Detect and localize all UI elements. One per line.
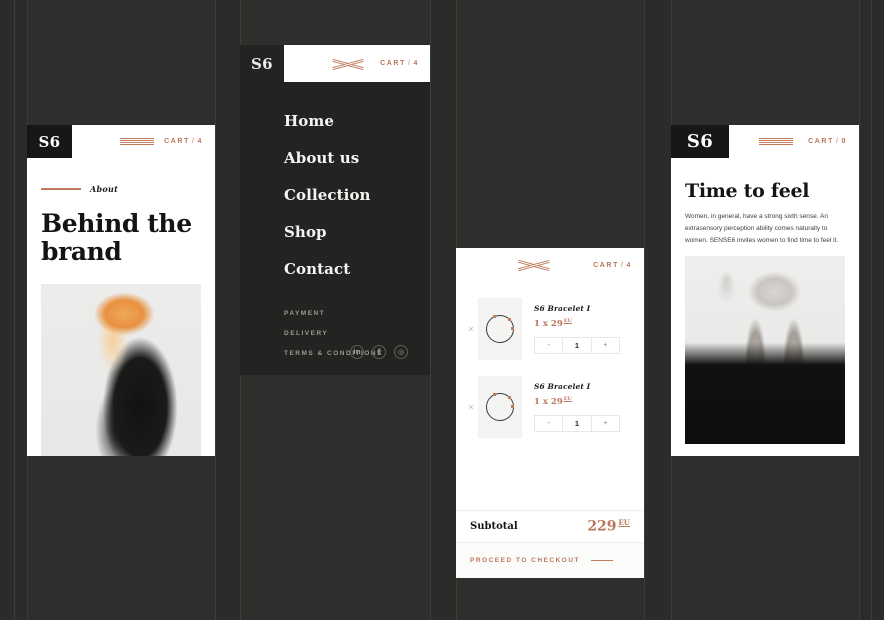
product-name[interactable]: S6 Bracelet I <box>534 382 634 391</box>
quantity-decrease-button[interactable]: - <box>534 415 564 433</box>
menu-topbar-right: CART/4 <box>284 45 430 82</box>
footer-link-delivery[interactable]: DELIVERY <box>284 330 383 337</box>
remove-item-button[interactable]: × <box>464 324 478 334</box>
cart-count: 0 <box>841 138 847 145</box>
bg-guide-line <box>14 0 15 620</box>
product-price: 1 x 29EU <box>534 396 634 407</box>
nav-item-about-us[interactable]: About us <box>284 149 430 167</box>
quantity-value: 1 <box>562 415 592 433</box>
cart-item-row: × S6 Bracelet I 1 x 29EU - 1 + <box>456 368 644 446</box>
cart-item-info: S6 Bracelet I 1 x 29EU - 1 + <box>522 304 634 355</box>
quantity-stepper: - 1 + <box>534 415 620 433</box>
cart-items-list: × S6 Bracelet I 1 x 29EU - 1 + × S6 Brac… <box>456 282 644 446</box>
social-links: in f ◎ <box>350 345 408 359</box>
remove-item-button[interactable]: × <box>464 402 478 412</box>
quantity-stepper: - 1 + <box>534 337 620 355</box>
cart-label-text: CART <box>593 261 619 269</box>
bg-guide-line <box>644 0 645 620</box>
page-title: Time to feel <box>685 180 810 202</box>
close-icon[interactable] <box>332 57 364 71</box>
hamburger-icon[interactable] <box>120 138 154 145</box>
close-icon[interactable] <box>518 258 550 272</box>
eyebrow-label: About <box>90 184 119 194</box>
facebook-icon[interactable]: f <box>372 345 386 359</box>
product-thumbnail[interactable] <box>478 298 522 360</box>
subtotal-label: Subtotal <box>470 521 518 532</box>
cart-count: 4 <box>413 60 419 67</box>
main-nav: Home About us Collection Shop Contact <box>240 82 430 278</box>
bg-guide-line <box>859 0 860 620</box>
cart-item-info: S6 Bracelet I 1 x 29EU - 1 + <box>522 382 634 433</box>
currency-label: EU <box>563 395 572 402</box>
currency-label: EU <box>563 317 572 324</box>
cart-label-text: CART <box>164 138 190 145</box>
home-hero-photo <box>685 256 845 444</box>
cart-item-row: × S6 Bracelet I 1 x 29EU - 1 + <box>456 290 644 368</box>
cart-separator: / <box>835 138 840 145</box>
logo-s6[interactable]: S6 <box>240 45 284 82</box>
quantity-increase-button[interactable]: + <box>590 415 620 433</box>
page-title: Behind the brand <box>41 209 192 266</box>
quantity-increase-button[interactable]: + <box>590 337 620 355</box>
screen-menu: S6 CART/4 Home About us Collection Shop … <box>240 45 430 375</box>
cart-separator: / <box>407 60 412 67</box>
screen-about: S6 CART/4 About Behind the brand <box>27 125 215 456</box>
instagram-icon[interactable]: ◎ <box>394 345 408 359</box>
cart-link[interactable]: CART/4 <box>593 262 632 269</box>
screen-home: S6 CART/0 Time to feel Women, in general… <box>671 125 859 456</box>
about-eyebrow: About <box>27 158 215 194</box>
about-topbar: S6 CART/4 <box>27 125 215 158</box>
nav-item-contact[interactable]: Contact <box>284 260 430 278</box>
logo-s6[interactable]: S6 <box>27 125 72 158</box>
cart-topbar: CART/4 <box>456 248 644 282</box>
product-thumbnail[interactable] <box>478 376 522 438</box>
proceed-to-checkout-button[interactable]: PROCEED TO CHECKOUT <box>456 542 644 578</box>
menu-topbar: S6 CART/4 <box>240 45 430 82</box>
quantity-value: 1 <box>562 337 592 355</box>
price-text: 1 x 29 <box>534 318 563 329</box>
linkedin-icon[interactable]: in <box>350 345 364 359</box>
subtotal-row: Subtotal 229 EU <box>456 510 644 542</box>
cart-link[interactable]: CART/0 <box>808 138 847 145</box>
footer-link-payment[interactable]: PAYMENT <box>284 310 383 317</box>
subtotal-number: 229 <box>587 518 617 535</box>
about-hero-photo <box>41 284 201 456</box>
cart-link[interactable]: CART/4 <box>164 138 203 145</box>
bg-guide-line <box>430 0 431 620</box>
arrow-right-icon <box>591 559 613 562</box>
bg-guide-line <box>215 0 216 620</box>
screen-cart: CART/4 × S6 Bracelet I 1 x 29EU - 1 + × … <box>456 248 644 578</box>
product-name[interactable]: S6 Bracelet I <box>534 304 634 313</box>
nav-item-home[interactable]: Home <box>284 112 430 130</box>
cart-label-text: CART <box>808 138 834 145</box>
home-topbar: S6 CART/0 <box>671 125 859 158</box>
cart-count: 4 <box>197 138 203 145</box>
intro-paragraph: Women, in general, have a strong sixth s… <box>685 213 839 245</box>
price-text: 1 x 29 <box>534 396 563 407</box>
subtotal-amount: 229 EU <box>587 518 630 535</box>
home-topbar-right: CART/0 <box>729 125 859 158</box>
product-price: 1 x 29EU <box>534 318 634 329</box>
logo-s6[interactable]: S6 <box>671 125 729 158</box>
cart-link[interactable]: CART/4 <box>380 60 419 67</box>
eyebrow-rule <box>41 188 81 190</box>
nav-item-shop[interactable]: Shop <box>284 223 430 241</box>
cart-label-text: CART <box>380 60 406 67</box>
nav-item-collection[interactable]: Collection <box>284 186 430 204</box>
hamburger-icon[interactable] <box>759 138 793 145</box>
cart-count: 4 <box>626 261 632 269</box>
bracelet-ring-icon <box>486 315 514 343</box>
cart-separator: / <box>191 138 196 145</box>
cart-separator: / <box>620 261 625 269</box>
checkout-label: PROCEED TO CHECKOUT <box>470 557 580 564</box>
subtotal-currency: EU <box>618 518 630 528</box>
bracelet-ring-icon <box>486 393 514 421</box>
bg-guide-line <box>871 0 872 620</box>
about-topbar-right: CART/4 <box>72 125 215 158</box>
quantity-decrease-button[interactable]: - <box>534 337 564 355</box>
